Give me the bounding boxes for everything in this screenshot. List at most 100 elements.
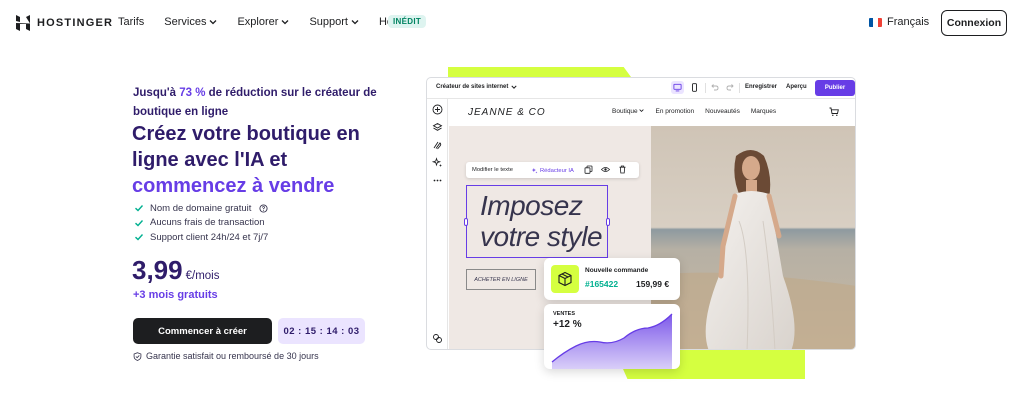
login-button[interactable]: Connexion xyxy=(941,10,1007,36)
site-headline-line: votre style xyxy=(480,221,603,252)
decorative-lime-shape xyxy=(448,67,631,77)
nav-link-label: Support xyxy=(309,16,348,28)
sales-card: VENTES +12 % xyxy=(544,304,680,369)
nav-link-label: Tarifs xyxy=(118,16,145,28)
site-menu-item[interactable]: En promotion xyxy=(655,108,694,115)
hostinger-logo[interactable]: HOSTINGER xyxy=(15,15,113,31)
divider xyxy=(739,83,740,93)
sales-label: VENTES xyxy=(553,311,576,317)
nav-link-label: Services xyxy=(164,16,207,28)
feature-label: Support client 24h/24 et 7j/7 xyxy=(150,231,269,243)
model-photo-image xyxy=(651,126,855,349)
check-icon xyxy=(135,219,144,227)
language-selector[interactable]: Français xyxy=(869,16,929,28)
logo-text: HOSTINGER xyxy=(37,17,114,29)
chevron-down-icon xyxy=(351,20,359,25)
package-icon-box xyxy=(551,265,579,293)
bonus-text: +3 mois gratuits xyxy=(133,289,218,301)
site-menu-label: Boutique xyxy=(612,108,638,115)
nav-links: Tarifs Services Explorer Support Horizon… xyxy=(118,16,422,28)
link-icon[interactable] xyxy=(432,333,443,344)
resize-handle[interactable] xyxy=(606,218,610,226)
more-icon[interactable] xyxy=(432,175,443,186)
builder-sidebar xyxy=(427,99,448,349)
feature-label: Aucuns frais de transaction xyxy=(150,217,265,229)
check-icon xyxy=(135,205,144,212)
site-menu-item[interactable]: Marques xyxy=(751,108,776,115)
mobile-icon xyxy=(692,83,697,92)
layers-icon[interactable] xyxy=(432,122,443,133)
price-value: 3,99 xyxy=(132,255,183,285)
nav-link-support[interactable]: Support xyxy=(309,16,359,28)
order-title: Nouvelle commande xyxy=(585,267,649,274)
edit-text-button[interactable]: Modifier le texte xyxy=(472,167,513,173)
check-icon xyxy=(135,234,144,241)
promo-percent: 73 % xyxy=(179,87,206,99)
sales-value: +12 % xyxy=(553,319,582,330)
ai-writer-label: Rédacteur IA xyxy=(540,167,574,174)
shield-check-icon xyxy=(133,351,142,361)
ai-sparkle-icon xyxy=(531,167,538,174)
france-flag-icon xyxy=(869,17,882,27)
guarantee-text: Garantie satisfait ou remboursé de 30 jo… xyxy=(146,351,319,361)
order-id: #165422 xyxy=(585,279,619,289)
headline-accent: commencez à vendre xyxy=(132,175,335,197)
hostinger-logo-icon xyxy=(16,15,30,31)
feature-item: Support client 24h/24 et 7j/7 xyxy=(134,230,268,245)
price: 3,99 €/mois xyxy=(132,255,219,286)
style-icon[interactable] xyxy=(432,140,443,151)
promo-prefix: Jusqu'à xyxy=(133,87,180,99)
chevron-down-icon xyxy=(511,85,517,89)
guarantee: Garantie satisfait ou remboursé de 30 jo… xyxy=(133,351,319,361)
add-icon[interactable] xyxy=(432,104,443,115)
undo-icon[interactable] xyxy=(711,83,719,91)
cart-icon[interactable] xyxy=(829,107,839,117)
feature-item: Aucuns frais de transaction xyxy=(134,216,268,231)
start-building-button[interactable]: Commencer à créer xyxy=(133,318,272,344)
info-icon[interactable] xyxy=(259,204,268,213)
publish-button[interactable]: Publier xyxy=(815,80,855,96)
site-menu-item[interactable]: Nouveautés xyxy=(705,108,740,115)
nav-link-tarifs[interactable]: Tarifs xyxy=(118,16,144,28)
mobile-view-button[interactable] xyxy=(688,81,701,94)
site-menu-item[interactable]: Boutique xyxy=(612,108,645,115)
order-amount: 159,99 € xyxy=(636,279,670,289)
ai-writer-button[interactable]: Rédacteur IA xyxy=(531,167,574,174)
nav-link-explorer[interactable]: Explorer xyxy=(237,16,289,28)
site-brand: JEANNE & CO xyxy=(468,107,546,118)
chevron-down-icon xyxy=(639,109,645,113)
language-label: Français xyxy=(887,16,930,28)
resize-handle[interactable] xyxy=(464,218,468,226)
feature-label: Nom de domaine gratuit xyxy=(150,202,252,214)
copy-icon[interactable] xyxy=(584,165,593,174)
headline-main: Créez votre boutique en ligne avec l'IA … xyxy=(132,123,360,171)
site-headline-line: Imposez xyxy=(480,190,583,221)
price-unit: €/mois xyxy=(185,270,220,282)
new-order-card: Nouvelle commande #165422 159,99 € xyxy=(544,258,680,300)
desktop-view-button[interactable] xyxy=(671,81,684,94)
site-headline: Imposez votre style xyxy=(480,190,603,252)
package-icon xyxy=(558,271,572,287)
redo-icon[interactable] xyxy=(726,83,734,91)
eye-icon[interactable] xyxy=(601,165,610,174)
trash-icon[interactable] xyxy=(618,165,627,174)
promo-text: Jusqu'à 73 % de réduction sur le créateu… xyxy=(133,84,388,122)
buy-online-button[interactable]: ACHETER EN LIGNE xyxy=(466,269,536,290)
model-photo xyxy=(651,126,855,349)
preview-button[interactable]: Aperçu xyxy=(786,84,807,90)
desktop-icon xyxy=(673,83,682,92)
ai-sparkle-icon[interactable] xyxy=(432,157,443,168)
text-edit-toolbar: Modifier le texte Rédacteur IA xyxy=(466,162,639,178)
nav-link-label: Explorer xyxy=(237,16,279,28)
save-button[interactable]: Enregistrer xyxy=(745,84,777,90)
countdown-timer: 02 : 15 : 14 : 03 xyxy=(278,318,365,344)
site-type-selector[interactable]: Créateur de sites internet xyxy=(436,84,517,90)
site-header: JEANNE & CO Boutique En promotion Nouvea… xyxy=(449,99,855,126)
feature-item: Nom de domaine gratuit xyxy=(134,201,268,216)
site-type-label: Créateur de sites internet xyxy=(436,84,509,90)
nav-link-services[interactable]: Services xyxy=(164,16,217,28)
hero-headline: Créez votre boutique en ligne avec l'IA … xyxy=(132,121,392,199)
chevron-down-icon xyxy=(210,20,217,25)
builder-toolbar: Créateur de sites internet Enregistrer A… xyxy=(427,78,855,99)
divider xyxy=(705,83,706,93)
